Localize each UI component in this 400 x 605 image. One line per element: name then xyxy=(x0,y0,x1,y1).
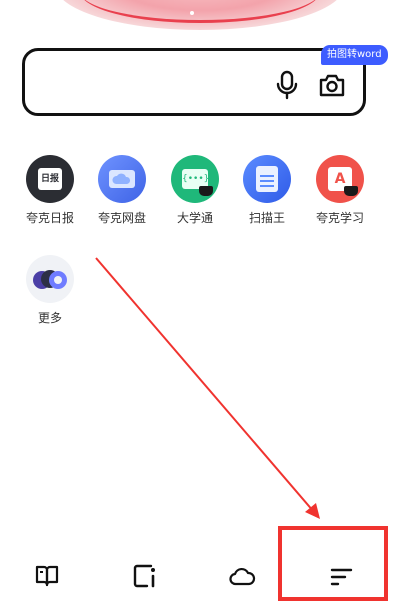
app-university[interactable]: {•••} 大学通 xyxy=(159,155,231,226)
tabs-window-icon[interactable] xyxy=(131,562,159,590)
daily-news-icon: 日报 xyxy=(26,155,74,203)
hero-decoration xyxy=(0,0,400,40)
microphone-icon[interactable] xyxy=(274,70,300,100)
app-label: 更多 xyxy=(37,311,62,325)
book-icon[interactable] xyxy=(33,562,61,590)
app-label: 夸克日报 xyxy=(25,211,74,225)
app-kuake-daily[interactable]: 日报 夸克日报 xyxy=(14,155,86,226)
cloud-icon[interactable] xyxy=(228,562,256,590)
photo-to-word-badge[interactable]: 拍图转word xyxy=(321,45,388,65)
app-label: 夸克学习 xyxy=(315,211,364,225)
app-scanner[interactable]: 扫描王 xyxy=(231,155,303,226)
app-kuake-drive[interactable]: 夸克网盘 xyxy=(86,155,158,226)
camera-icon[interactable] xyxy=(318,72,346,98)
app-label: 夸克网盘 xyxy=(97,211,146,225)
app-label: 大学通 xyxy=(176,211,213,225)
cloud-drive-icon xyxy=(98,155,146,203)
hero-dot xyxy=(190,11,194,15)
search-input[interactable] xyxy=(22,48,366,116)
app-more[interactable]: 更多 xyxy=(14,255,86,326)
daily-news-glyph: 日报 xyxy=(38,168,62,190)
study-icon: A xyxy=(316,155,364,203)
more-apps-icon xyxy=(26,255,74,303)
app-kuake-study[interactable]: A 夸克学习 xyxy=(304,155,376,226)
app-label: 扫描王 xyxy=(248,211,285,225)
menu-lines-icon[interactable] xyxy=(327,562,355,590)
graduation-cap-icon xyxy=(199,186,213,196)
graduation-cap-icon xyxy=(344,186,358,196)
document-icon xyxy=(256,166,278,192)
university-icon: {•••} xyxy=(171,155,219,203)
scanner-icon xyxy=(243,155,291,203)
